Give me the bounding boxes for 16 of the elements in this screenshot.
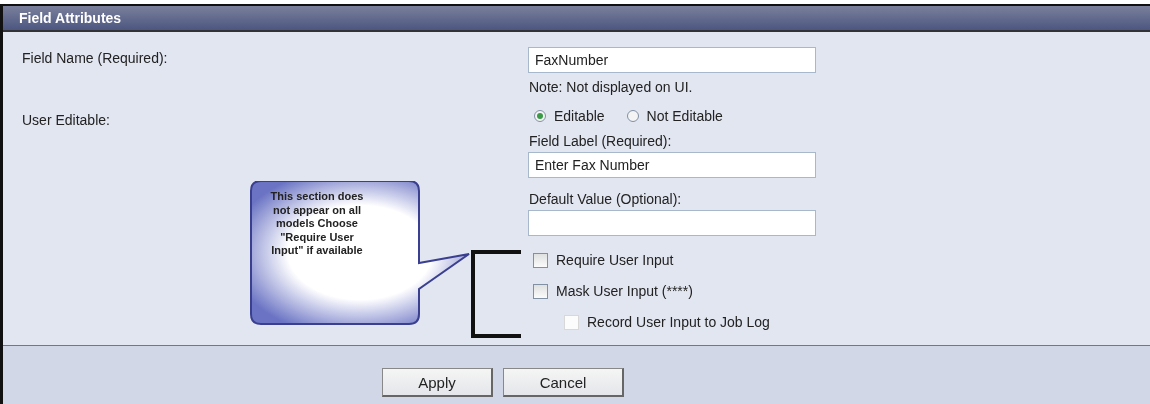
radio-option[interactable]: Editable — [534, 108, 605, 124]
dialog-button[interactable]: Cancel — [503, 368, 624, 397]
dialog-button[interactable]: Apply — [382, 368, 493, 397]
panel-title: Field Attributes — [3, 6, 1150, 32]
radio-option[interactable]: Not Editable — [626, 108, 723, 124]
field-label: Default Value (Optional): — [529, 191, 683, 207]
checkbox-option[interactable]: Mask User Input (****) — [533, 283, 816, 299]
field-label: Field Label (Required): — [529, 133, 673, 149]
field-label: User Editable: — [22, 112, 111, 128]
field-label: Field Name (Required): — [22, 50, 169, 68]
note-text: Note: Not displayed on UI. — [529, 79, 694, 95]
callout-text: This section does not appear on all models Choose "Require User Input" if available — [269, 190, 365, 258]
checkbox-option[interactable]: Require User Input — [533, 252, 816, 268]
default-value-input[interactable] — [528, 210, 816, 236]
field-name-input[interactable]: FaxNumber — [528, 47, 816, 73]
field-label-input[interactable]: Enter Fax Number — [528, 152, 816, 178]
